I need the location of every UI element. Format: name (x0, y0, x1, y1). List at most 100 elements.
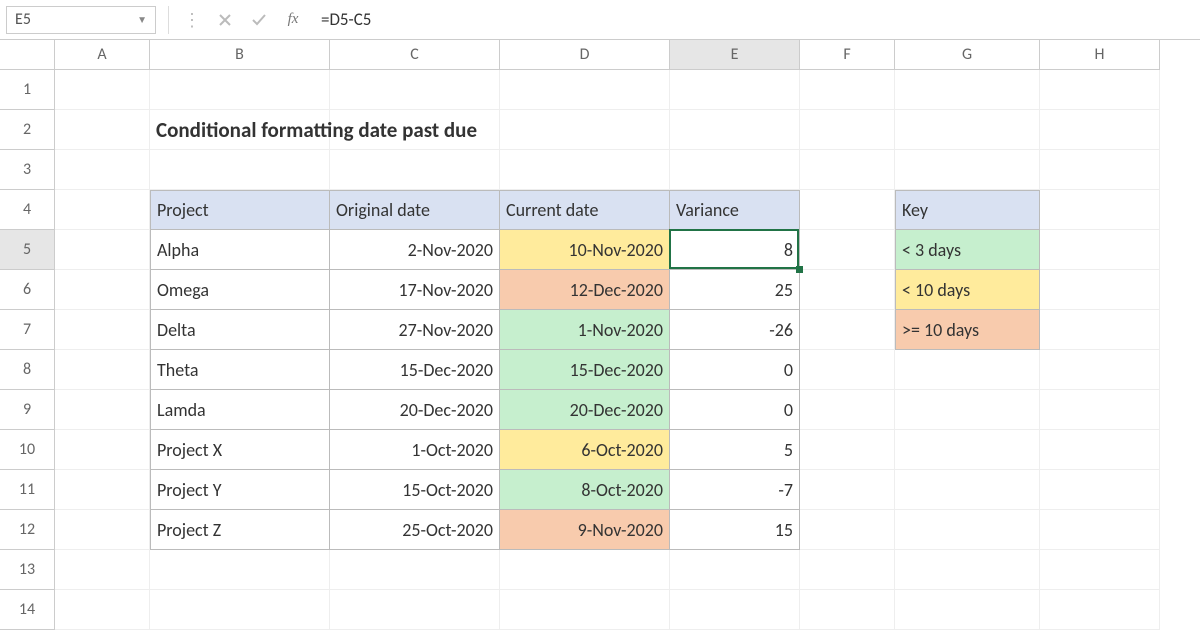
cell-H2[interactable] (1040, 110, 1160, 150)
table-row-original-date[interactable]: 1-Oct-2020 (330, 430, 500, 470)
table-row-variance[interactable]: 8 (670, 230, 800, 270)
cell-A12[interactable] (55, 510, 150, 550)
cell-C1[interactable] (330, 70, 500, 110)
column-header-A[interactable]: A (55, 40, 150, 70)
cell-F3[interactable] (800, 150, 895, 190)
column-header-E[interactable]: E (670, 40, 800, 70)
cell-F9[interactable] (800, 390, 895, 430)
cell-F4[interactable] (800, 190, 895, 230)
table-row-original-date[interactable]: 20-Dec-2020 (330, 390, 500, 430)
table-row-current-date[interactable]: 9-Nov-2020 (500, 510, 670, 550)
cell-G14[interactable] (895, 590, 1040, 630)
table-row-current-date[interactable]: 20-Dec-2020 (500, 390, 670, 430)
table-row-current-date[interactable]: 1-Nov-2020 (500, 310, 670, 350)
select-all-corner[interactable] (0, 40, 55, 70)
row-header-6[interactable]: 6 (0, 270, 55, 310)
key-row[interactable]: < 3 days (895, 230, 1040, 270)
row-header-11[interactable]: 11 (0, 470, 55, 510)
row-header-1[interactable]: 1 (0, 70, 55, 110)
cell-F12[interactable] (800, 510, 895, 550)
cell-D3[interactable] (500, 150, 670, 190)
cell-D1[interactable] (500, 70, 670, 110)
cell-G2[interactable] (895, 110, 1040, 150)
table-row-current-date[interactable]: 8-Oct-2020 (500, 470, 670, 510)
cell-H6[interactable] (1040, 270, 1160, 310)
cell-G11[interactable] (895, 470, 1040, 510)
table-row-variance[interactable]: -26 (670, 310, 800, 350)
cell-grid[interactable]: Conditional formatting date past dueProj… (55, 70, 1160, 630)
column-header-C[interactable]: C (330, 40, 500, 70)
drag-handle-icon[interactable]: ⋮ (181, 9, 205, 31)
cell-G13[interactable] (895, 550, 1040, 590)
cell-D14[interactable] (500, 590, 670, 630)
cell-F6[interactable] (800, 270, 895, 310)
table-row-original-date[interactable]: 25-Oct-2020 (330, 510, 500, 550)
cell-F14[interactable] (800, 590, 895, 630)
cell-H14[interactable] (1040, 590, 1160, 630)
key-row[interactable]: < 10 days (895, 270, 1040, 310)
row-header-4[interactable]: 4 (0, 190, 55, 230)
cell-C13[interactable] (330, 550, 500, 590)
cell-G8[interactable] (895, 350, 1040, 390)
row-header-8[interactable]: 8 (0, 350, 55, 390)
cell-E14[interactable] (670, 590, 800, 630)
cell-G1[interactable] (895, 70, 1040, 110)
name-box[interactable]: E5 ▼ (6, 6, 156, 34)
cell-F13[interactable] (800, 550, 895, 590)
cell-A3[interactable] (55, 150, 150, 190)
row-header-7[interactable]: 7 (0, 310, 55, 350)
cell-A13[interactable] (55, 550, 150, 590)
column-header-F[interactable]: F (800, 40, 895, 70)
chevron-down-icon[interactable]: ▼ (137, 13, 147, 26)
table-header-project[interactable]: Project (150, 190, 330, 230)
enter-check-icon[interactable] (245, 6, 273, 34)
table-row-original-date[interactable]: 2-Nov-2020 (330, 230, 500, 270)
table-row-original-date[interactable]: 15-Oct-2020 (330, 470, 500, 510)
cell-A1[interactable] (55, 70, 150, 110)
cell-D2[interactable] (500, 110, 670, 150)
cell-E2[interactable] (670, 110, 800, 150)
row-header-3[interactable]: 3 (0, 150, 55, 190)
table-header-original-date[interactable]: Original date (330, 190, 500, 230)
column-header-H[interactable]: H (1040, 40, 1160, 70)
table-row-project[interactable]: Project Z (150, 510, 330, 550)
table-row-project[interactable]: Delta (150, 310, 330, 350)
cell-B1[interactable] (150, 70, 330, 110)
cell-B3[interactable] (150, 150, 330, 190)
cell-C14[interactable] (330, 590, 500, 630)
table-row-original-date[interactable]: 17-Nov-2020 (330, 270, 500, 310)
cell-B14[interactable] (150, 590, 330, 630)
table-row-project[interactable]: Theta (150, 350, 330, 390)
row-header-5[interactable]: 5 (0, 230, 55, 270)
cell-E3[interactable] (670, 150, 800, 190)
fill-handle[interactable] (796, 266, 803, 273)
cell-H10[interactable] (1040, 430, 1160, 470)
cell-H4[interactable] (1040, 190, 1160, 230)
cell-F8[interactable] (800, 350, 895, 390)
column-header-G[interactable]: G (895, 40, 1040, 70)
key-header[interactable]: Key (895, 190, 1040, 230)
table-row-current-date[interactable]: 10-Nov-2020 (500, 230, 670, 270)
table-row-project[interactable]: Omega (150, 270, 330, 310)
cell-F11[interactable] (800, 470, 895, 510)
cell-G12[interactable] (895, 510, 1040, 550)
cell-G10[interactable] (895, 430, 1040, 470)
table-row-original-date[interactable]: 15-Dec-2020 (330, 350, 500, 390)
cell-H13[interactable] (1040, 550, 1160, 590)
cell-H9[interactable] (1040, 390, 1160, 430)
column-header-B[interactable]: B (150, 40, 330, 70)
cell-F10[interactable] (800, 430, 895, 470)
cell-A5[interactable] (55, 230, 150, 270)
cell-H1[interactable] (1040, 70, 1160, 110)
table-row-current-date[interactable]: 6-Oct-2020 (500, 430, 670, 470)
table-header-current-date[interactable]: Current date (500, 190, 670, 230)
table-row-project[interactable]: Lamda (150, 390, 330, 430)
cell-H8[interactable] (1040, 350, 1160, 390)
cell-E1[interactable] (670, 70, 800, 110)
row-header-9[interactable]: 9 (0, 390, 55, 430)
cell-A4[interactable] (55, 190, 150, 230)
table-row-variance[interactable]: -7 (670, 470, 800, 510)
cell-G3[interactable] (895, 150, 1040, 190)
row-header-13[interactable]: 13 (0, 550, 55, 590)
row-header-2[interactable]: 2 (0, 110, 55, 150)
